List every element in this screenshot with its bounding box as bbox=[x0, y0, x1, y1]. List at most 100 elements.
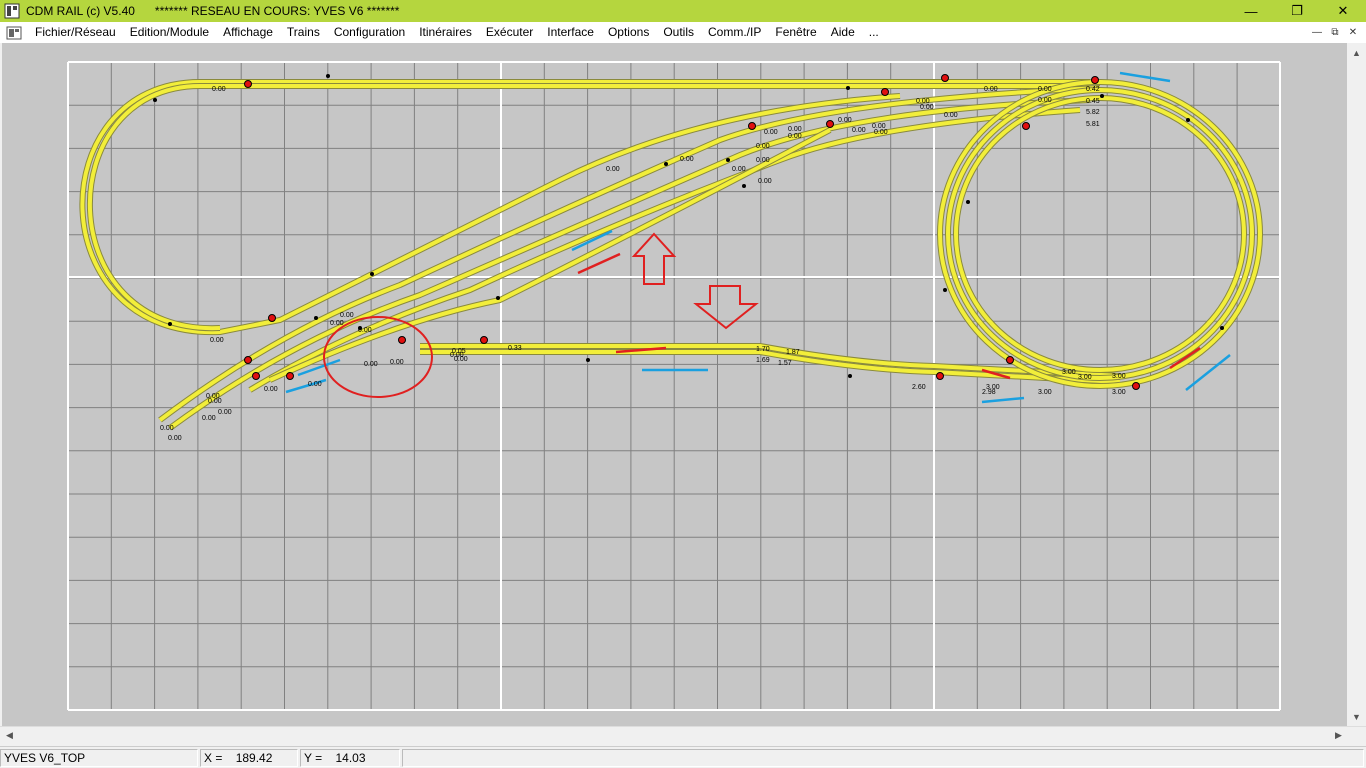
speed-label: 0.05 bbox=[452, 348, 466, 355]
menu-comm-ip[interactable]: Comm./IP bbox=[701, 22, 768, 43]
speed-label: 3.00 bbox=[1112, 389, 1126, 396]
menu-aide[interactable]: Aide bbox=[824, 22, 862, 43]
switch-marker-icon bbox=[153, 98, 157, 102]
speed-label: 0.00 bbox=[210, 337, 224, 344]
switch-marker-icon bbox=[848, 374, 852, 378]
menu-outils[interactable]: Outils bbox=[656, 22, 701, 43]
speed-label: 0.00 bbox=[1038, 97, 1052, 104]
signal-icon bbox=[480, 336, 488, 344]
menu-itineraires[interactable]: Itinéraires bbox=[412, 22, 479, 43]
menu-executer[interactable]: Exécuter bbox=[479, 22, 540, 43]
track bbox=[937, 79, 1263, 389]
switch-marker-icon bbox=[370, 272, 374, 276]
vertical-scrollbar[interactable]: ▲ ▼ bbox=[1347, 43, 1366, 726]
window-title: CDM RAIL (c) V5.40 ******* RESEAU EN COU… bbox=[26, 4, 400, 18]
menu-more[interactable]: ... bbox=[862, 22, 886, 43]
speed-label: 3.00 bbox=[1112, 373, 1126, 380]
title-bar: CDM RAIL (c) V5.40 ******* RESEAU EN COU… bbox=[0, 0, 1366, 22]
speed-label: 0.00 bbox=[168, 435, 182, 442]
menu-affichage[interactable]: Affichage bbox=[216, 22, 280, 43]
close-button[interactable]: ✕ bbox=[1320, 0, 1366, 22]
track-layout[interactable]: 0.00 0.00 0.00 0.00 0.00 0.00 0.00 0.00 0.05 0.00… bbox=[2, 43, 1347, 726]
status-y-value: 14.03 bbox=[335, 751, 366, 765]
horizontal-scrollbar[interactable]: ◀ ▶ bbox=[0, 726, 1366, 745]
switch-marker-icon bbox=[1220, 326, 1224, 330]
status-module: YVES V6_TOP bbox=[0, 749, 198, 767]
mdi-close-button[interactable]: ✕ bbox=[1344, 25, 1362, 41]
signal-icon bbox=[398, 336, 406, 344]
speed-label-group: 0.00 0.00 0.00 0.00 0.00 0.00 0.00 0.00 0.05 0.00… bbox=[160, 86, 1126, 442]
speed-label: 1.57 bbox=[778, 360, 792, 367]
switch-marker-icon bbox=[846, 86, 850, 90]
signal-icon bbox=[1022, 122, 1030, 130]
highlight-mark bbox=[1119, 71, 1171, 83]
mdi-restore-button[interactable]: ⧉ bbox=[1326, 25, 1344, 41]
speed-label: 0.00 bbox=[308, 381, 322, 388]
speed-label: 0.00 bbox=[606, 166, 620, 173]
status-empty-panel bbox=[402, 749, 1364, 767]
speed-label: 5.81 bbox=[1086, 121, 1100, 128]
switch-marker-icon bbox=[1100, 94, 1104, 98]
scroll-left-icon[interactable]: ◀ bbox=[1, 727, 18, 744]
speed-label: 0.00 bbox=[208, 398, 222, 405]
speed-label: 0.00 bbox=[390, 359, 404, 366]
signal-icon bbox=[748, 122, 756, 130]
track-edge bbox=[79, 79, 901, 336]
app-icon[interactable] bbox=[4, 3, 20, 19]
speed-label: 3.00 bbox=[1038, 389, 1052, 396]
signal-icon bbox=[1006, 356, 1014, 364]
minimize-button[interactable]: — bbox=[1228, 0, 1274, 22]
switch-marker-icon bbox=[966, 200, 970, 204]
maximize-button[interactable]: ❐ bbox=[1274, 0, 1320, 22]
track bbox=[945, 87, 1255, 381]
switch-marker-icon bbox=[496, 296, 500, 300]
signal-icon bbox=[268, 314, 276, 322]
speed-label: 2.60 bbox=[912, 384, 926, 391]
status-y: Y = 14.03 bbox=[300, 749, 400, 767]
menu-configuration[interactable]: Configuration bbox=[327, 22, 412, 43]
speed-label: 2.98 bbox=[982, 389, 996, 396]
menu-fichier-reseau[interactable]: Fichier/Réseau bbox=[28, 22, 123, 43]
scroll-up-icon[interactable]: ▲ bbox=[1348, 44, 1365, 61]
menu-options[interactable]: Options bbox=[601, 22, 656, 43]
speed-label: 0.00 bbox=[218, 409, 232, 416]
scroll-right-icon[interactable]: ▶ bbox=[1330, 727, 1347, 744]
speed-label: 0.00 bbox=[920, 104, 934, 111]
speed-label: 0.00 bbox=[944, 112, 958, 119]
switch-marker-icon bbox=[586, 358, 590, 362]
mdi-minimize-button[interactable]: — bbox=[1308, 25, 1326, 41]
signal-icon bbox=[826, 120, 834, 128]
speed-label: 0.00 bbox=[1038, 86, 1052, 93]
menu-fenetre[interactable]: Fenêtre bbox=[768, 22, 823, 43]
signal-icon bbox=[941, 74, 949, 82]
speed-label: 0.45 bbox=[1086, 98, 1100, 105]
track-rail bbox=[946, 88, 1254, 380]
speed-label: 0.00 bbox=[160, 425, 174, 432]
speed-label: 0.33 bbox=[508, 345, 522, 352]
signal-icon bbox=[1132, 382, 1140, 390]
menu-interface[interactable]: Interface bbox=[540, 22, 601, 43]
speed-label: 0.00 bbox=[758, 178, 772, 185]
track bbox=[953, 95, 1247, 373]
speed-label: 0.00 bbox=[838, 117, 852, 124]
speed-label: 0.00 bbox=[330, 320, 344, 327]
speed-label: 0.00 bbox=[984, 86, 998, 93]
speed-label: 1.87 bbox=[786, 349, 800, 356]
status-x-value: 189.42 bbox=[235, 751, 273, 765]
highlight-circle bbox=[323, 316, 433, 398]
speed-label: 0.00 bbox=[756, 157, 770, 164]
switch-marker-icon bbox=[1186, 118, 1190, 122]
speed-label: 1.69 bbox=[756, 357, 770, 364]
menu-trains[interactable]: Trains bbox=[280, 22, 327, 43]
scroll-down-icon[interactable]: ▼ bbox=[1348, 708, 1365, 725]
menu-bar: Fichier/Réseau Edition/Module Affichage … bbox=[0, 22, 1366, 43]
signal-icon bbox=[286, 372, 294, 380]
status-x-label: X = bbox=[204, 751, 223, 765]
layout-canvas[interactable]: 0.00 0.00 0.00 0.00 0.00 0.00 0.00 0.00 0.05 0.00… bbox=[2, 43, 1347, 726]
speed-label: 0.00 bbox=[264, 386, 278, 393]
document-icon[interactable] bbox=[6, 26, 22, 40]
speed-label: 0.00 bbox=[756, 143, 770, 150]
menu-edition-module[interactable]: Edition/Module bbox=[123, 22, 216, 43]
speed-label: 0.42 bbox=[1086, 86, 1100, 93]
signal-icon bbox=[244, 80, 252, 88]
